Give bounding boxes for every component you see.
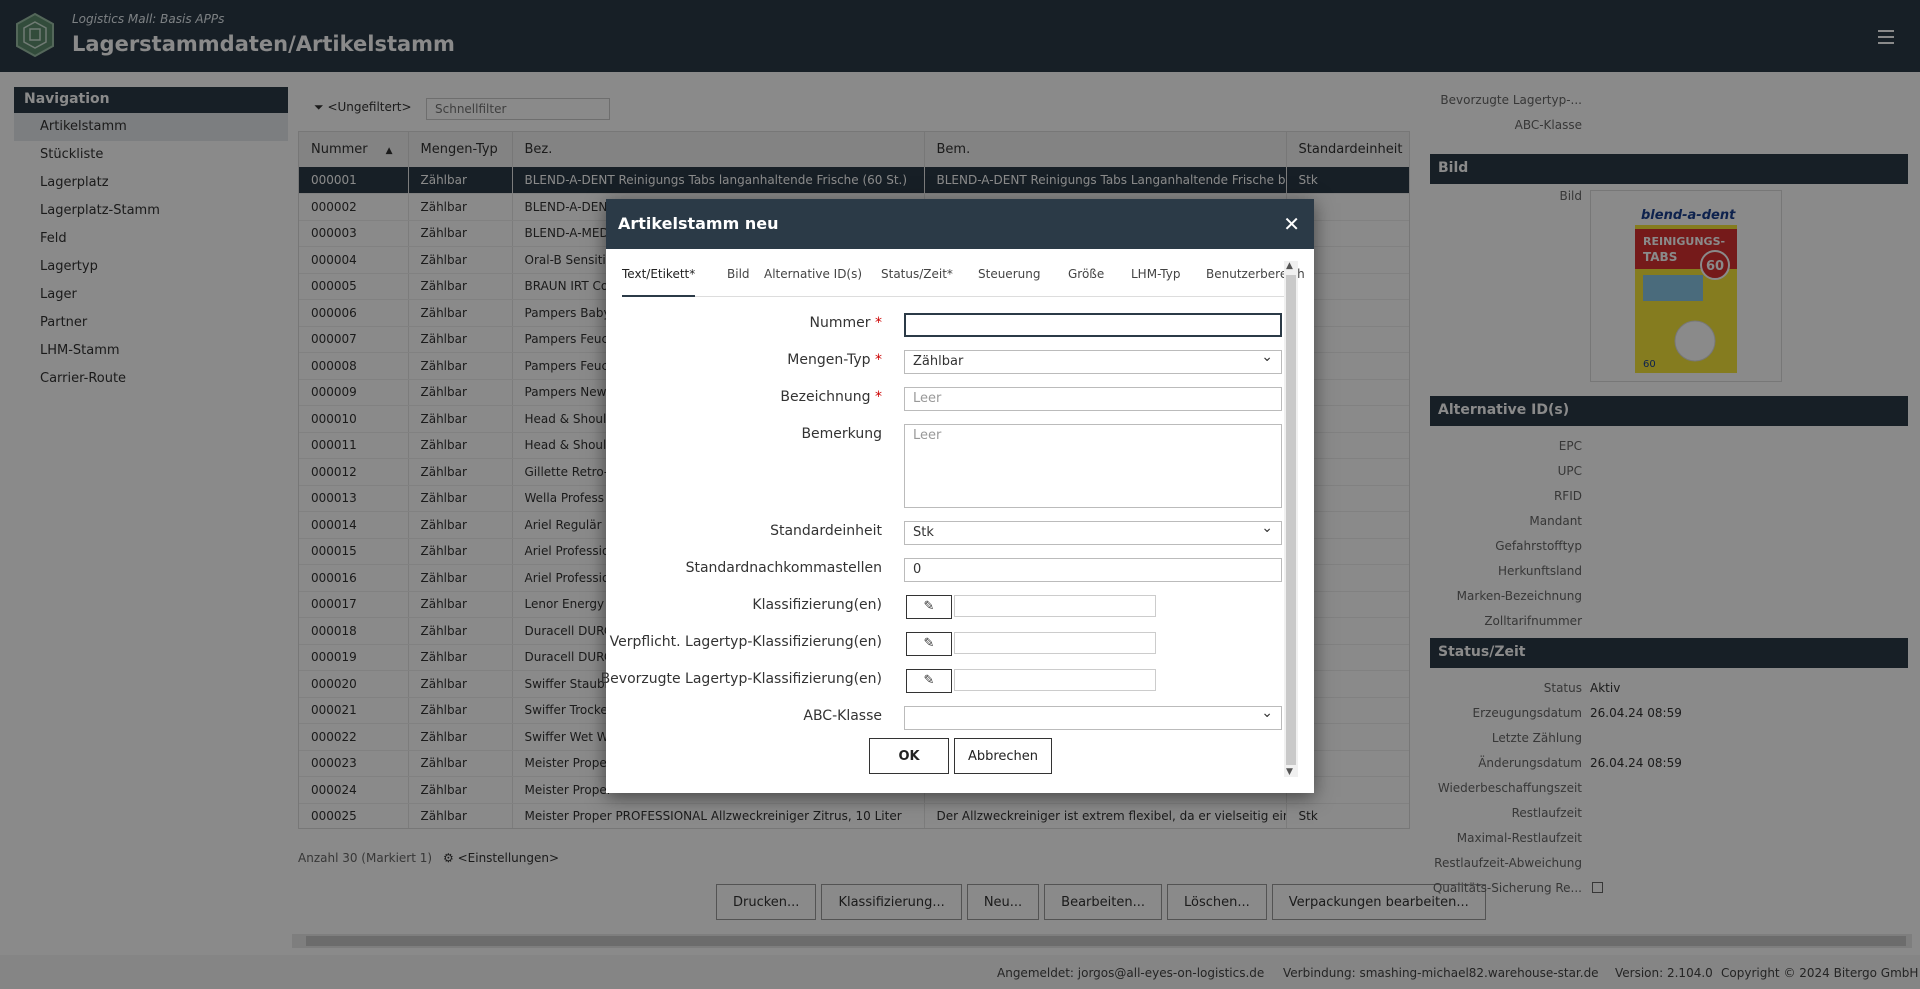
- bevorzugte-klassifizierung-field: [954, 669, 1156, 691]
- close-icon[interactable]: ✕: [1283, 212, 1300, 236]
- tab-status-zeit[interactable]: Status/Zeit*: [881, 267, 953, 297]
- edit-icon: ✎: [923, 673, 935, 688]
- abc-klasse-label: ABC-Klasse: [803, 708, 882, 724]
- bevorzugte-klassifizierung-edit-button[interactable]: ✎: [906, 669, 952, 693]
- tab-lhm-typ[interactable]: LHM-Typ: [1131, 267, 1180, 297]
- cancel-button[interactable]: Abbrechen: [954, 738, 1052, 774]
- dialog-scrollbar[interactable]: ▲ ▼: [1284, 261, 1298, 777]
- dialog-tabs: Text/Etikett* Bild Alternative ID(s) Sta…: [622, 261, 1305, 297]
- dialog-header: Artikelstamm neu ✕: [606, 199, 1314, 249]
- tab-groesse[interactable]: Größe: [1068, 267, 1104, 297]
- abc-klasse-select[interactable]: [904, 705, 1282, 730]
- nachkommastellen-input[interactable]: 0: [904, 558, 1282, 582]
- nummer-label: Nummer *: [809, 315, 882, 331]
- tab-alternative-ids[interactable]: Alternative ID(s): [764, 267, 862, 297]
- verpflicht-klassifizierung-edit-button[interactable]: ✎: [906, 632, 952, 656]
- standardeinheit-select[interactable]: Stk: [904, 520, 1282, 545]
- bezeichnung-input[interactable]: Leer: [904, 387, 1282, 411]
- nummer-input[interactable]: [904, 313, 1282, 337]
- mengentyp-select[interactable]: Zählbar: [904, 349, 1282, 374]
- bemerkung-label: Bemerkung: [801, 426, 882, 442]
- nachkommastellen-label: Standardnachkommastellen: [685, 560, 882, 576]
- tab-steuerung[interactable]: Steuerung: [978, 267, 1040, 297]
- article-new-dialog: Artikelstamm neu ✕ Text/Etikett* Bild Al…: [601, 199, 1314, 793]
- klassifizierung-label: Klassifizierung(en): [752, 597, 882, 613]
- verpflicht-klassifizierung-field: [954, 632, 1156, 654]
- klassifizierung-field: [954, 595, 1156, 617]
- tab-bild[interactable]: Bild: [727, 267, 750, 297]
- dialog-scrollbar-thumb[interactable]: [1286, 275, 1296, 765]
- dialog-title: Artikelstamm neu: [618, 214, 779, 233]
- verpflicht-klassifizierung-label: Verpflicht. Lagertyp-Klassifizierung(en): [609, 634, 882, 650]
- edit-icon: ✎: [923, 636, 935, 651]
- bevorzugte-klassifizierung-label: Bevorzugte Lagertyp-Klassifizierung(en): [600, 671, 882, 687]
- bemerkung-textarea[interactable]: Leer: [904, 424, 1282, 508]
- klassifizierung-edit-button[interactable]: ✎: [906, 595, 952, 619]
- edit-icon: ✎: [923, 599, 935, 614]
- bezeichnung-label: Bezeichnung *: [780, 389, 882, 405]
- scroll-up-icon[interactable]: ▲: [1286, 261, 1293, 271]
- scroll-down-icon[interactable]: ▼: [1286, 767, 1293, 777]
- standardeinheit-label: Standardeinheit: [770, 523, 882, 539]
- tab-text-etikett[interactable]: Text/Etikett*: [622, 267, 696, 297]
- mengentyp-label: Mengen-Typ *: [787, 352, 882, 368]
- ok-button[interactable]: OK: [869, 738, 949, 774]
